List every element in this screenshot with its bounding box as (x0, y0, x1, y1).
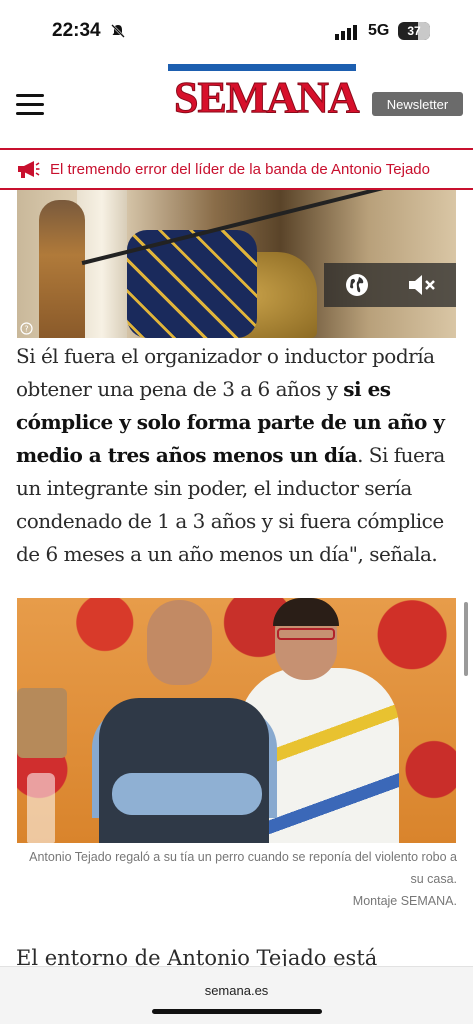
man-figure (99, 698, 269, 843)
bottle (27, 773, 55, 843)
home-indicator[interactable] (152, 1009, 322, 1014)
bell-muted-icon (111, 24, 125, 38)
signal-icon (335, 25, 357, 40)
article-image[interactable] (17, 598, 456, 843)
svg-text:?: ? (24, 325, 28, 334)
breaking-news-bar[interactable]: El tremendo error del líder de la banda … (0, 148, 473, 190)
info-icon[interactable]: ? (20, 322, 33, 335)
globe-icon[interactable] (344, 272, 370, 298)
battery-indicator: 37 (398, 22, 430, 40)
status-time: 22:34 (52, 20, 101, 41)
man-arms (112, 773, 262, 815)
article-paragraph: Si él fuera el organizador o inductor po… (16, 340, 464, 571)
video-scene-figure (39, 200, 85, 338)
url-text[interactable]: semana.es (0, 983, 473, 998)
video-controls (324, 263, 456, 307)
image-caption: Antonio Tejado regaló a su tía un perro … (29, 850, 457, 886)
site-header: SEMANA Newsletter (0, 62, 473, 148)
video-player[interactable]: ? (17, 190, 456, 338)
site-logo[interactable]: SEMANA (168, 64, 361, 128)
scrollbar[interactable] (464, 602, 468, 676)
battery-level: 37 (407, 24, 421, 38)
status-bar: 22:34 5G 37 (0, 0, 473, 62)
megaphone-icon (18, 161, 40, 178)
menu-icon[interactable] (16, 94, 44, 116)
network-type: 5G (368, 22, 390, 39)
breaking-news-link[interactable]: El tremendo error del líder de la banda … (50, 161, 430, 178)
flower-pot (17, 688, 67, 758)
logo-text: SEMANA (174, 73, 361, 123)
glasses (277, 628, 335, 640)
man-head (147, 600, 212, 685)
browser-address-bar[interactable]: semana.es (0, 966, 473, 1024)
woman-hair (273, 598, 339, 626)
mute-icon[interactable] (407, 273, 437, 297)
newsletter-button[interactable]: Newsletter (372, 92, 463, 116)
image-credit: Montaje SEMANA. (352, 894, 457, 908)
